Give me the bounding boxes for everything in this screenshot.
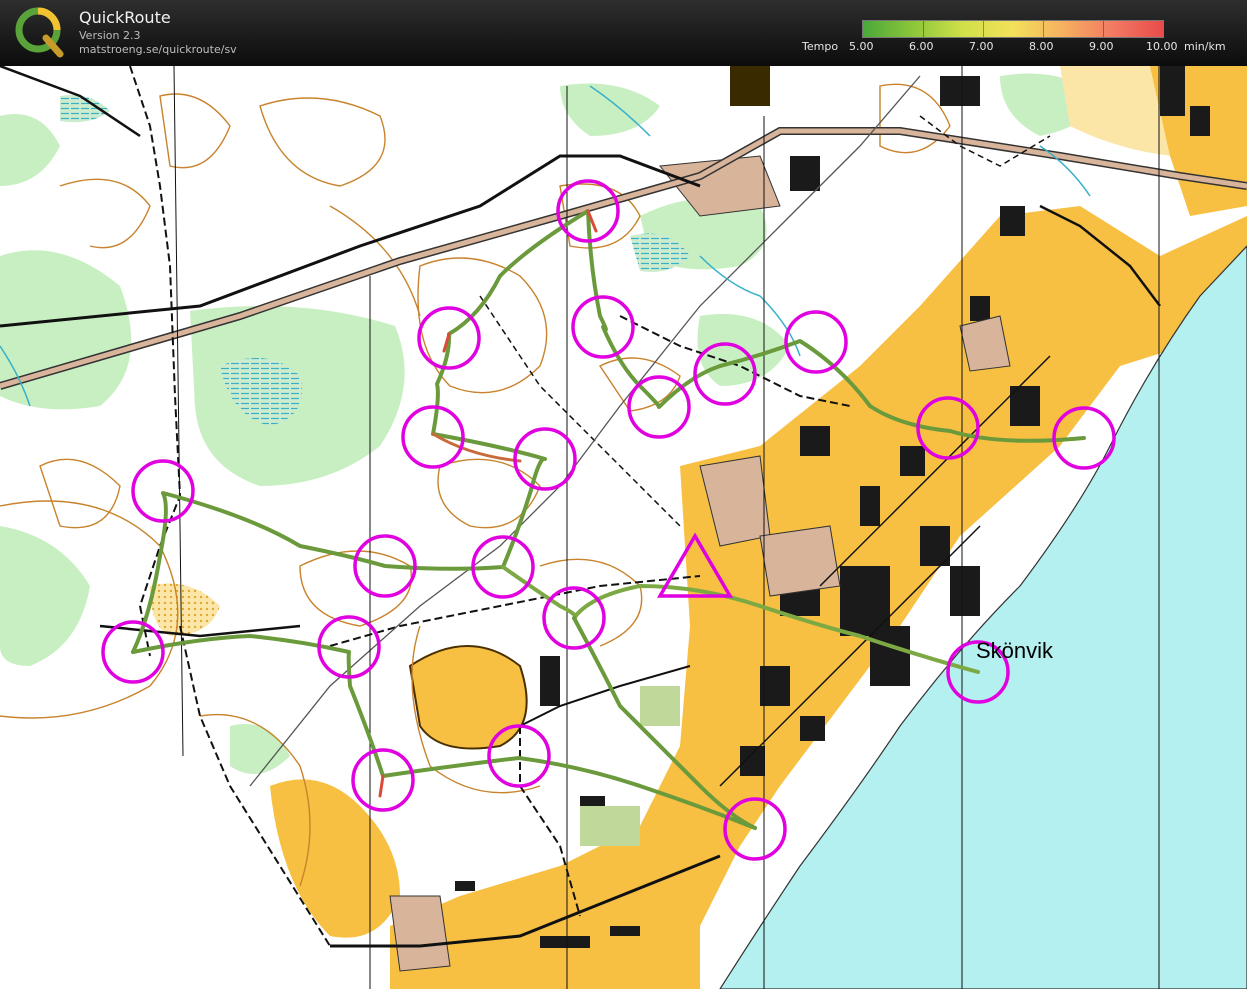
tempo-value: 10.00 (1146, 40, 1178, 53)
tempo-tick (983, 21, 984, 37)
tempo-value: 7.00 (969, 40, 994, 53)
place-label: Skönvik (976, 638, 1054, 663)
tempo-value: 5.00 (849, 40, 874, 53)
tempo-tick (1103, 21, 1104, 37)
tempo-tick (1043, 21, 1044, 37)
app-title: QuickRoute (79, 8, 171, 27)
quickroute-window: QuickRoute Version 2.3 matstroeng.se/qui… (0, 0, 1247, 989)
quickroute-logo-icon (15, 7, 64, 58)
app-version: Version 2.3 (79, 29, 141, 42)
tempo-color-scale (862, 20, 1164, 38)
tempo-value: 6.00 (909, 40, 934, 53)
tempo-tick (923, 21, 924, 37)
app-url: matstroeng.se/quickroute/sv (79, 43, 237, 56)
tempo-legend: Tempo 5.00 6.00 7.00 8.00 9.00 10.00 min… (800, 18, 1240, 58)
orienteering-map[interactable] (0, 66, 1247, 989)
tempo-unit: min/km (1184, 40, 1226, 53)
tempo-value: 8.00 (1029, 40, 1054, 53)
tempo-label: Tempo (802, 40, 839, 53)
tempo-value: 9.00 (1089, 40, 1114, 53)
app-header: QuickRoute Version 2.3 matstroeng.se/qui… (0, 0, 1247, 66)
